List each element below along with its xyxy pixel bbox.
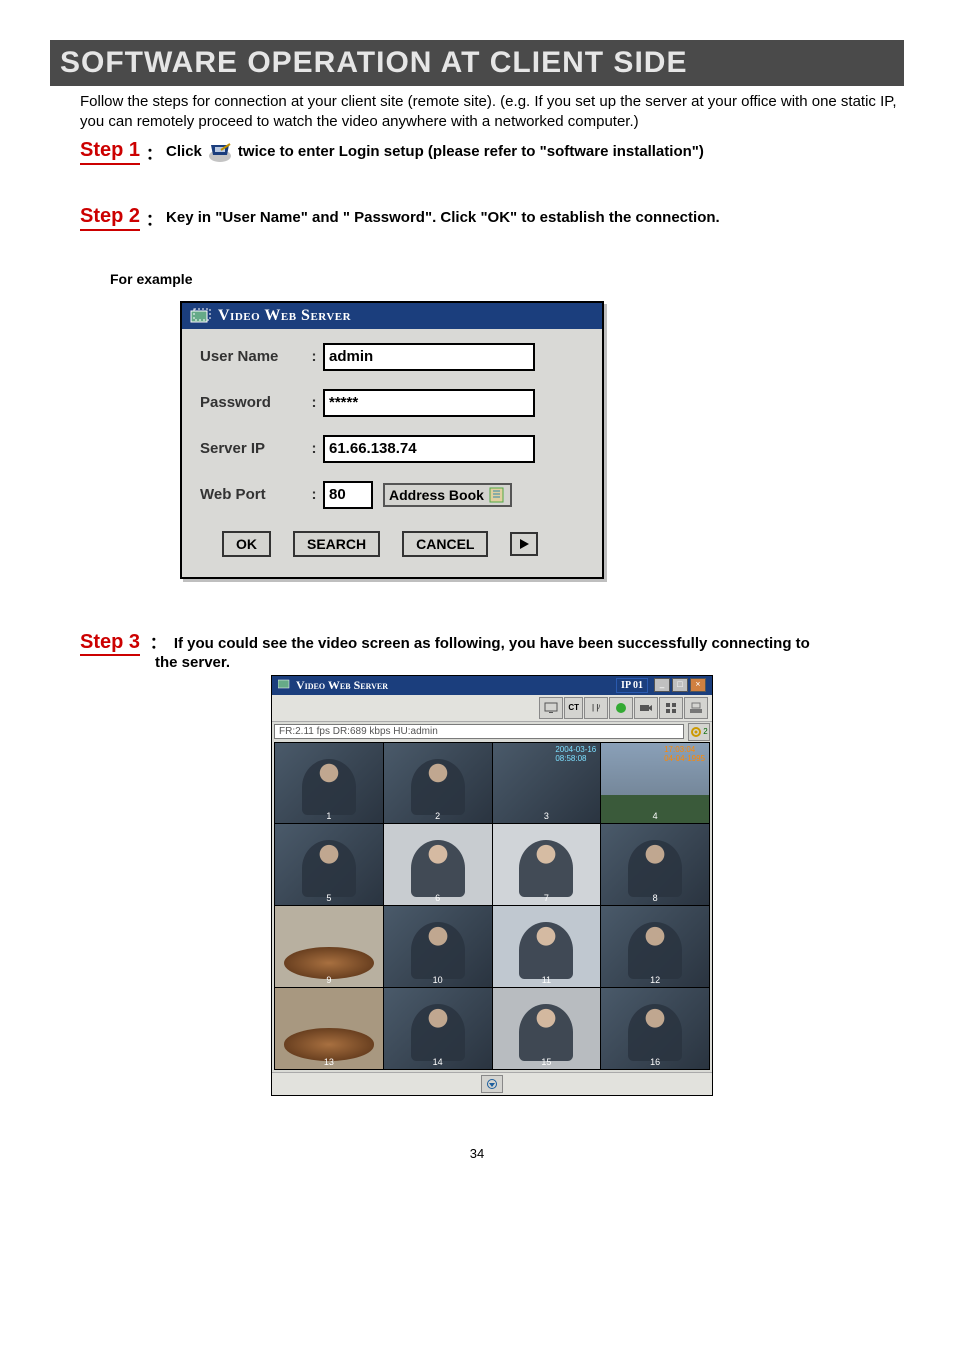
login-titlebar: Video Web Server — [182, 303, 602, 329]
sys-button[interactable] — [684, 697, 708, 719]
page-title-bar: SOFTWARE OPERATION AT CLIENT SIDE — [50, 40, 904, 86]
cancel-button[interactable]: CANCEL — [402, 531, 488, 557]
grid-button[interactable] — [659, 697, 683, 719]
cam-button[interactable] — [634, 697, 658, 719]
gear-button[interactable]: 2 — [688, 723, 710, 741]
dropdown-button[interactable] — [481, 1075, 503, 1093]
ok-button[interactable]: OK — [222, 531, 271, 557]
colon: : — [305, 348, 323, 365]
viewer-bottom-bar — [272, 1072, 712, 1095]
search-button[interactable]: SEARCH — [293, 531, 380, 557]
step3-label: Step 3 — [80, 631, 140, 656]
webport-label: Web Port — [200, 486, 305, 503]
step1-label: Step 1 — [80, 139, 140, 165]
video-cell[interactable]: 2004-03-1608:58:083 — [493, 743, 601, 824]
address-book-button[interactable]: Address Book — [383, 483, 512, 507]
colon: ： — [146, 140, 162, 164]
meter-toolbar-button[interactable]: | |/ — [584, 697, 608, 719]
video-cell[interactable]: 8 — [601, 824, 709, 905]
colon: : — [305, 394, 323, 411]
ct-toolbar-label[interactable]: CT — [564, 697, 583, 719]
close-button[interactable]: × — [690, 678, 706, 692]
play-button[interactable] — [510, 532, 538, 556]
step2-label: Step 2 — [80, 205, 140, 231]
video-cell[interactable]: 5 — [275, 824, 383, 905]
status-field: FR:2.11 fps DR:689 kbps HU:admin — [274, 724, 684, 739]
video-cell[interactable]: 1 — [275, 743, 383, 824]
step1-line: Step 1 ： Click twice to enter Login setu… — [80, 139, 904, 165]
step2-text: Key in "User Name" and " Password". Clic… — [166, 209, 720, 226]
minimize-button[interactable]: _ — [654, 678, 670, 692]
webport-input[interactable] — [323, 481, 373, 509]
rec-button[interactable] — [609, 697, 633, 719]
window-icon — [190, 308, 212, 324]
login-window-title: Video Web Server — [218, 307, 351, 325]
viewer-window-title: Video Web Server — [296, 678, 388, 693]
video-cell[interactable]: 6 — [384, 824, 492, 905]
address-book-label: Address Book — [389, 487, 484, 503]
viewer-toolbar: CT | |/ — [272, 695, 712, 722]
video-cell[interactable]: 2 — [384, 743, 492, 824]
video-cell[interactable]: 13 — [275, 988, 383, 1069]
page-title: SOFTWARE OPERATION AT CLIENT SIDE — [60, 46, 687, 79]
step3-block: Step 3 ： If you could see the video scre… — [80, 629, 904, 1096]
colon: ： — [150, 635, 166, 652]
username-label: User Name — [200, 348, 305, 365]
gear-count: 2 — [703, 727, 707, 736]
username-input[interactable] — [323, 343, 535, 371]
monitor-icon[interactable] — [539, 697, 563, 719]
window-icon — [278, 678, 292, 693]
video-cell[interactable]: 14 — [384, 988, 492, 1069]
status-row: FR:2.11 fps DR:689 kbps HU:admin 2 — [272, 722, 712, 742]
intro-paragraph: Follow the steps for connection at your … — [80, 92, 904, 133]
example-label: For example — [110, 271, 904, 287]
gear-icon — [690, 726, 702, 738]
serverip-label: Server IP — [200, 440, 305, 457]
video-cell[interactable]: 16 — [601, 988, 709, 1069]
step1-text-b: twice to enter Login setup (please refer… — [238, 143, 704, 160]
step2-line: Step 2 ： Key in "User Name" and " Passwo… — [80, 205, 904, 231]
maximize-button[interactable]: □ — [672, 678, 688, 692]
step1-text-a: Click — [166, 143, 202, 160]
serverip-input[interactable] — [323, 435, 535, 463]
video-cell[interactable]: 10 — [384, 906, 492, 987]
ip-badge: IP 01 — [616, 678, 648, 693]
viewer-titlebar: Video Web Server IP 01 _ □ × — [272, 676, 712, 695]
book-icon — [488, 487, 506, 503]
colon: : — [305, 440, 323, 457]
login-dialog: Video Web Server User Name : Password : … — [180, 301, 604, 579]
colon: : — [305, 486, 323, 503]
video-cell[interactable]: 7 — [493, 824, 601, 905]
video-viewer-window: Video Web Server IP 01 _ □ × CT | |/ FR:… — [271, 675, 713, 1096]
video-cell[interactable]: 12 — [601, 906, 709, 987]
play-icon — [518, 538, 530, 550]
step3-text-line2: the server. — [155, 654, 904, 671]
video-cell[interactable]: 17:03:0404-04-19954 — [601, 743, 709, 824]
video-grid: 1 2 2004-03-1608:58:083 17:03:0404-04-19… — [274, 742, 710, 1070]
chevron-down-icon — [486, 1079, 498, 1089]
password-label: Password — [200, 394, 305, 411]
password-input[interactable] — [323, 389, 535, 417]
video-cell[interactable]: 11 — [493, 906, 601, 987]
video-cell[interactable]: 15 — [493, 988, 601, 1069]
colon: ： — [146, 206, 162, 230]
video-cell[interactable]: 9 — [275, 906, 383, 987]
page-number: 34 — [50, 1146, 904, 1161]
step3-text: If you could see the video screen as fol… — [174, 635, 810, 652]
launcher-icon — [208, 141, 232, 163]
